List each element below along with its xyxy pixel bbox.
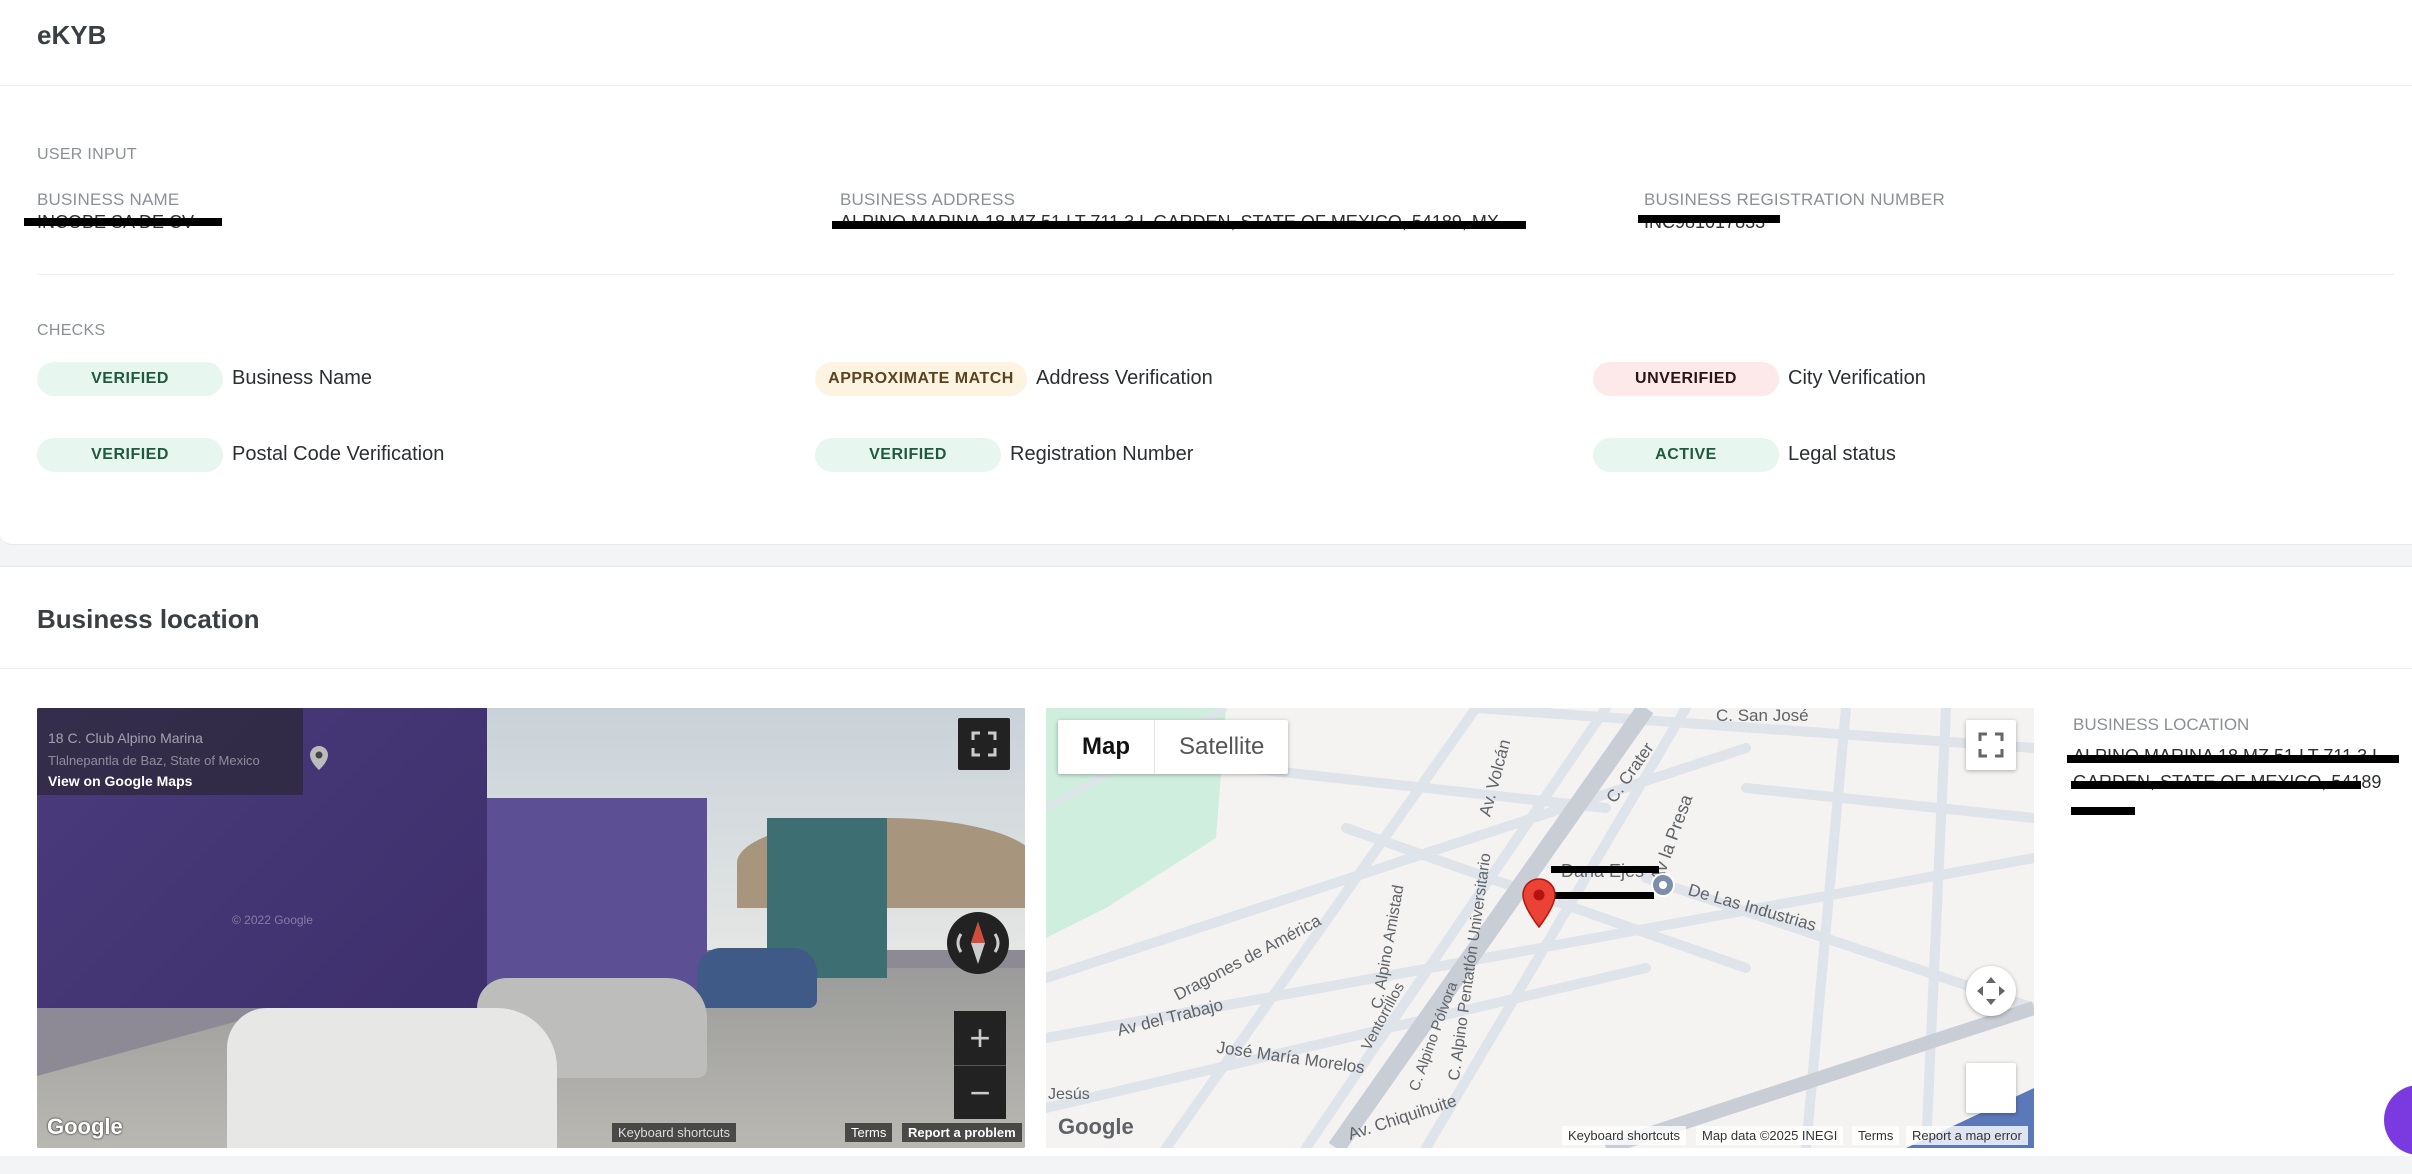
- fullscreen-icon: [971, 731, 997, 757]
- redaction-bar: [24, 218, 222, 226]
- redaction-bar: [2071, 781, 2361, 789]
- section-title: Business location: [37, 604, 260, 634]
- divider: [0, 85, 2412, 86]
- map-type-map[interactable]: Map: [1058, 720, 1154, 774]
- zoom-in-icon[interactable]: +: [954, 1011, 1006, 1065]
- keyboard-shortcuts-link[interactable]: Keyboard shortcuts: [1562, 1126, 1687, 1145]
- map-marker-icon[interactable]: [1522, 878, 1556, 928]
- street-car: [697, 948, 817, 1008]
- street-label: Jesús: [1048, 1086, 1090, 1103]
- status-badge-city: UNVERIFIED: [1593, 362, 1779, 396]
- poi-icon[interactable]: [1650, 872, 1676, 898]
- map-type-satellite[interactable]: Satellite: [1154, 720, 1288, 774]
- divider: [37, 274, 2394, 275]
- checks-label: CHECKS: [37, 322, 106, 339]
- zoom-out-icon[interactable]: −: [954, 1065, 1006, 1120]
- map-data-text: Map data ©2025 INEGI: [1696, 1126, 1844, 1145]
- street-view-city: Tlalnepantla de Baz, State of Mexico: [48, 753, 260, 768]
- business-address-label: BUSINESS ADDRESS: [840, 190, 1016, 209]
- check-legal-status: Legal status: [1788, 443, 1896, 465]
- status-badge-registration: VERIFIED: [815, 438, 1001, 472]
- terms-link[interactable]: Terms: [845, 1123, 893, 1142]
- business-location-card: Business location © 2022 Google 18 C. Cl…: [0, 566, 2412, 1157]
- business-location-label: BUSINESS LOCATION: [2073, 715, 2250, 734]
- street-watermark: © 2022 Google: [232, 913, 313, 927]
- check-city-verification: City Verification: [1788, 367, 1926, 389]
- camera-control-icon: [1977, 977, 2005, 1005]
- report-problem-link[interactable]: Report a problem: [902, 1123, 1022, 1142]
- fullscreen-icon: [1978, 732, 2004, 758]
- camera-control-button[interactable]: [1966, 966, 2016, 1016]
- status-badge-address: APPROXIMATE MATCH: [815, 362, 1027, 396]
- redaction-bar: [1638, 215, 1780, 223]
- redaction-bar: [832, 221, 1526, 229]
- check-postal-code: Postal Code Verification: [232, 443, 445, 465]
- pin-icon[interactable]: [308, 745, 330, 771]
- check-business-name: Business Name: [232, 367, 373, 389]
- terms-link[interactable]: Terms: [1852, 1126, 1900, 1145]
- compass-button[interactable]: [947, 912, 1009, 974]
- status-badge-legal: ACTIVE: [1593, 438, 1779, 472]
- street-view-address: 18 C. Club Alpino Marina: [48, 730, 203, 746]
- registration-number-label: BUSINESS REGISTRATION NUMBER: [1644, 190, 1945, 209]
- street-view-info-box: 18 C. Club Alpino Marina Tlalnepantla de…: [37, 708, 303, 795]
- ekyb-card: eKYB USER INPUT BUSINESS NAME INCOBE SA …: [0, 0, 2412, 545]
- pegman-button[interactable]: [1966, 1063, 2016, 1113]
- map-panel[interactable]: Map Satellite C. San José Av. Volcán C. …: [1046, 708, 2034, 1148]
- view-on-google-maps-link[interactable]: View on Google Maps: [48, 773, 192, 789]
- map-fullscreen-button[interactable]: [1966, 720, 2016, 770]
- map-canvas: [1046, 708, 2034, 1148]
- page-title: eKYB: [37, 20, 107, 50]
- divider: [0, 668, 2412, 669]
- redaction-bar: [1551, 866, 1659, 873]
- report-map-error-link[interactable]: Report a map error: [1906, 1126, 2028, 1145]
- zoom-control: + −: [954, 1011, 1006, 1119]
- street-car: [227, 1008, 557, 1148]
- check-registration-number: Registration Number: [1010, 443, 1194, 465]
- redaction-bar: [2067, 755, 2399, 763]
- status-badge-business-name: VERIFIED: [37, 362, 223, 396]
- keyboard-shortcuts-link[interactable]: Keyboard shortcuts: [612, 1123, 737, 1142]
- user-input-label: USER INPUT: [37, 146, 137, 163]
- status-badge-postal-code: VERIFIED: [37, 438, 223, 472]
- street-view-panel[interactable]: © 2022 Google 18 C. Club Alpino Marina T…: [37, 708, 1025, 1148]
- business-location-details: BUSINESS LOCATION ALPINO MARINA 18 MZ 51…: [2067, 715, 2403, 815]
- street-label: C. San José: [1716, 708, 1809, 725]
- redaction-bar: [1554, 892, 1654, 899]
- compass-icon: [956, 922, 1000, 964]
- page-bottom: [0, 1156, 2412, 1174]
- check-address-verification: Address Verification: [1036, 367, 1213, 389]
- redaction-bar: [2071, 807, 2135, 815]
- business-name-label: BUSINESS NAME: [37, 190, 180, 209]
- map-type-control: Map Satellite: [1058, 720, 1289, 774]
- street-building: [487, 798, 707, 998]
- google-logo: Google: [47, 1114, 123, 1139]
- google-logo: Google: [1058, 1114, 1134, 1139]
- fullscreen-button[interactable]: [958, 718, 1010, 770]
